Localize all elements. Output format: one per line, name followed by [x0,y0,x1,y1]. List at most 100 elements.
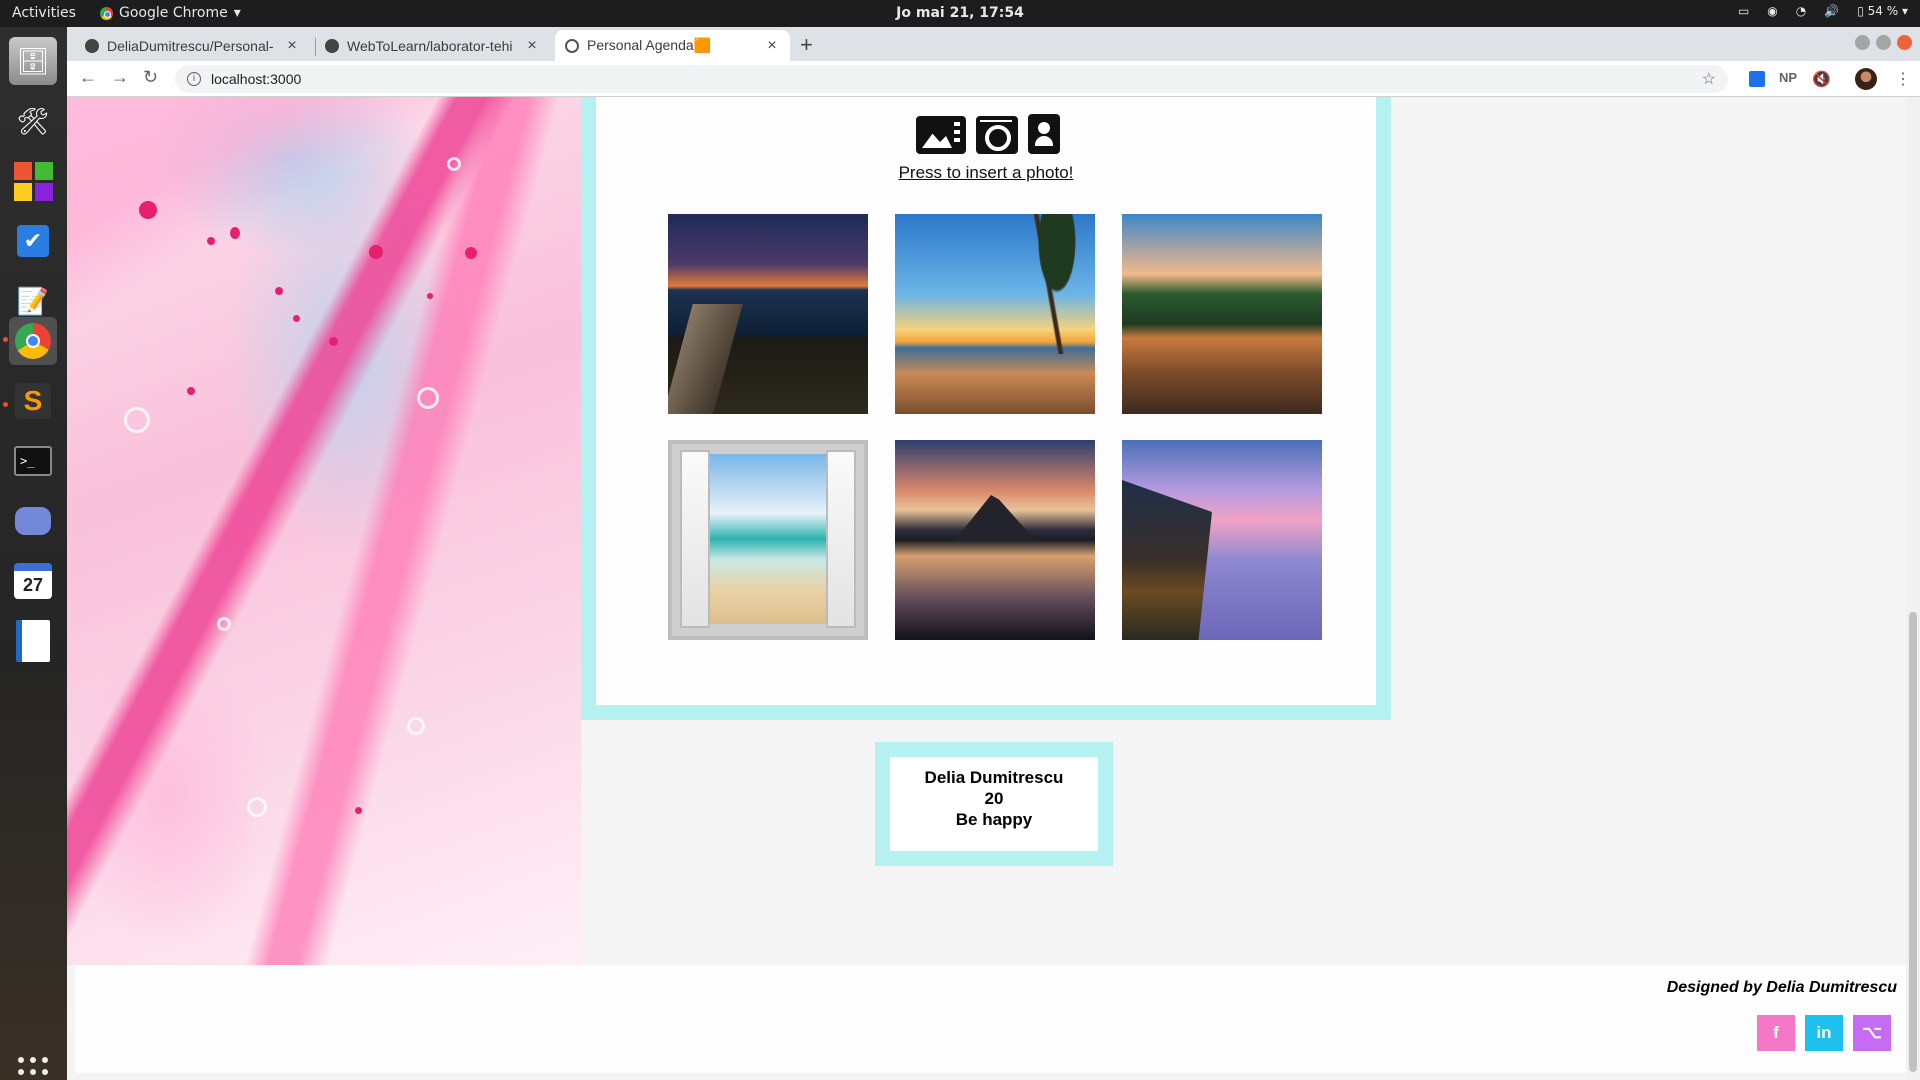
marble-bubble [417,387,439,409]
sublime-text-icon[interactable]: S [9,377,57,425]
page-footer: Designed by Delia Dumitrescu f in ⌥ [75,965,1909,1073]
close-icon[interactable]: × [284,37,300,55]
marble-bubble [447,157,461,171]
volume-icon: 🔊 [1824,4,1840,18]
photo-thumbnail[interactable] [668,214,868,414]
photo-gallery-panel: Press to insert a photo! [596,97,1376,705]
new-tab-button[interactable]: + [800,32,813,58]
mute-tab-icon[interactable]: 🔇 [1812,70,1831,88]
linkedin-icon[interactable]: in [1805,1015,1843,1051]
tab-title: DeliaDumitrescu/Personal- [107,37,274,54]
camera-icon[interactable] [976,116,1018,154]
close-icon[interactable]: × [524,37,540,55]
profile-info: Delia Dumitrescu 20 Be happy [890,757,1098,851]
chrome-window: DeliaDumitrescu/Personal- × WebToLearn/l… [67,27,1920,1080]
window-shutter [826,450,856,628]
photo-gallery-icon[interactable] [916,116,966,154]
marble-drop [427,293,433,299]
marble-drop [369,245,383,259]
window-view [690,454,846,624]
settings-tools-icon[interactable]: 🛠 [9,97,57,145]
profile-motto: Be happy [955,810,1033,829]
marble-drop [230,227,240,239]
reload-icon[interactable]: ↻ [143,67,158,88]
globe-favicon-icon [565,38,579,53]
profile-name: Delia Dumitrescu [924,768,1064,787]
page-scrollbar[interactable] [1906,97,1920,1080]
chrome-dock-icon[interactable] [9,317,57,365]
system-tray[interactable]: ▭ ◉ ◔ 🔊 ▯ 54 % ▾ [1738,4,1908,18]
address-bar[interactable]: i localhost:3000 ☆ [175,65,1728,93]
tab-title: Personal Agenda🟧 [587,37,712,53]
tab-strip: DeliaDumitrescu/Personal- × WebToLearn/l… [67,27,1920,61]
photo-thumbnail[interactable] [1122,214,1322,414]
dock: 🗄 🛠 ✔ 📝 S >_ 27 [0,27,67,1080]
photo-thumbnail[interactable] [1122,440,1322,640]
marble-drop [293,315,300,322]
close-window-button[interactable] [1897,35,1912,50]
tray-drive-icon: ▭ [1737,4,1750,18]
files-icon[interactable]: 🗄 [9,37,57,85]
footer-credit: Designed by Delia Dumitrescu [1666,979,1897,996]
battery-icon: ▯ [1857,4,1864,18]
bookmark-star-icon[interactable]: ☆ [1702,69,1716,89]
minimize-button[interactable] [1855,35,1870,50]
avatar[interactable] [1855,68,1877,90]
marble-drop [275,287,283,295]
tab-personal-agenda[interactable]: Personal Agenda🟧 × [555,30,790,61]
github-icon[interactable]: ⌥ [1853,1015,1891,1051]
maximize-button[interactable] [1876,35,1891,50]
profile-age: 20 [984,789,1004,808]
marble-bubble [247,797,267,817]
show-applications-icon[interactable] [18,1057,48,1080]
marble-bubble [124,407,150,433]
writer-document-icon[interactable] [9,617,57,665]
window-controls [1855,35,1912,50]
marble-drop [355,807,362,814]
tab-github-personal[interactable]: DeliaDumitrescu/Personal- × [75,30,310,61]
url-text: localhost:3000 [211,71,302,87]
facebook-icon[interactable]: f [1757,1015,1795,1051]
discord-icon[interactable] [9,497,57,545]
site-info-icon[interactable]: i [187,72,201,86]
photo-actions [916,114,1060,154]
page-viewport: Press to insert a photo! Delia Dumitresc… [67,97,1920,1080]
running-indicator [3,337,8,342]
marble-bubble [407,717,425,735]
running-indicator [3,402,8,407]
extension-icon[interactable] [1749,71,1765,87]
system-top-bar: Activities Google Chrome ▾ Jo mai 21, 17… [0,0,1920,27]
terminal-icon[interactable]: >_ [9,437,57,485]
contact-icon[interactable] [1028,114,1060,154]
tab-github-laborator[interactable]: WebToLearn/laborator-tehi × [315,30,550,61]
photo-thumbnail[interactable] [895,214,1095,414]
battery-indicator: ▯ 54 % ▾ [1857,4,1908,18]
menu-dots-icon[interactable]: ⋮ [1895,69,1911,89]
scrollbar-thumb[interactable] [1909,612,1917,1072]
back-arrow-icon[interactable]: ← [79,67,97,88]
calendar-icon[interactable]: 27 [9,557,57,605]
forward-arrow-icon[interactable]: → [111,67,129,88]
clock[interactable]: Jo mai 21, 17:54 [0,5,1920,21]
app-grid-colored-icon[interactable] [9,157,57,205]
close-icon[interactable]: × [764,37,780,55]
marble-bubble [217,617,231,631]
profile-card: Delia Dumitrescu 20 Be happy [875,742,1113,866]
marble-drop [187,387,195,395]
photo-thumbnail[interactable] [895,440,1095,640]
github-favicon-icon [85,38,99,53]
browser-toolbar: ← → ↻ i localhost:3000 ☆ NP 🔇 ⋮ [67,61,1920,97]
battery-percent: 54 % [1867,4,1899,18]
photo-thumbnail[interactable] [668,440,868,640]
marble-background-image [67,97,581,965]
tab-title: WebToLearn/laborator-tehi [347,37,513,54]
marble-drop [465,247,477,259]
np-extension-icon[interactable]: NP [1779,70,1797,85]
marble-drop [329,337,338,346]
marble-drop [139,201,157,219]
tasks-icon[interactable]: ✔ [9,217,57,265]
photo-gallery-card: Press to insert a photo! [581,97,1391,720]
insert-photo-link[interactable]: Press to insert a photo! [596,163,1376,183]
discord-tray-icon: ◉ [1767,4,1778,18]
window-shutter [680,450,710,628]
